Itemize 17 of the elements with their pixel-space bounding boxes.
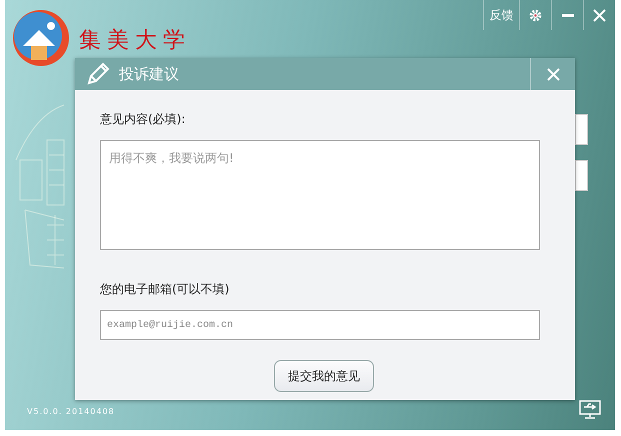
minimize-icon [562,14,574,16]
close-icon [593,8,606,22]
close-icon [546,68,560,80]
version-text: V5.0.0. 20140408 [27,406,115,418]
pencil-icon [85,61,111,87]
field-label: 意见内容(必填): [100,111,186,128]
submit-button[interactable]: 提交我的意见 [274,360,374,392]
input-field[interactable] [575,160,588,191]
email-field[interactable]: example@ruijie.com.cn [100,310,540,340]
settings-icon [529,8,542,22]
field-label: 您的电子邮箱(可以不填) [100,281,230,298]
feedback-textarea[interactable]: 用得不爽，我要说两句! [100,140,540,250]
logo-icon [11,8,71,68]
logo-text: 集美大学 [79,27,191,55]
input-field[interactable] [575,114,588,145]
dialog-title: 投诉建议 [119,64,179,85]
usb-monitor-icon[interactable] [579,400,601,420]
